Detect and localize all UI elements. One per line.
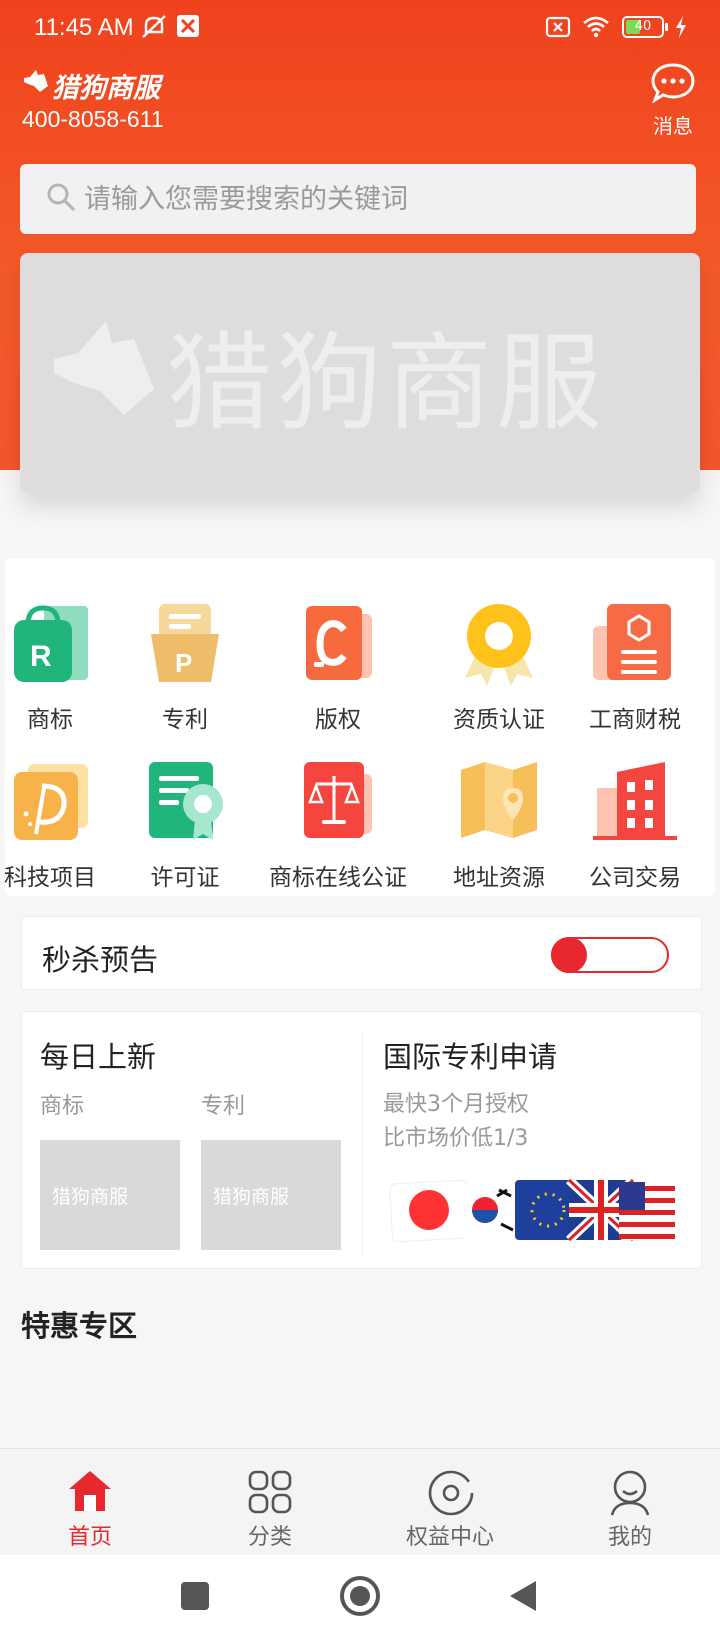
flash-sale-card[interactable]: 秒杀预告 [21,916,702,990]
hotline-number[interactable]: 400-8058-611 [22,106,164,133]
hound-watermark-icon [54,321,154,415]
system-navigation-bar [0,1555,720,1650]
svg-text:P: P [175,648,192,678]
tab-label: 分类 [247,1525,292,1550]
bottom-tab-bar: 首页 分类 权益中心 我的 [0,1448,720,1555]
tech-project-icon [14,764,88,840]
category-grid: R 商标 P 专利 版权 资质认证 工商财税 科技项目 许可证 商标在线公证 地… [4,558,715,896]
country-flags-icon [389,1176,675,1244]
banner-watermark-text: 猎狗商服 [166,322,606,445]
category-address[interactable]: 地址资源 [429,758,569,892]
message-label: 消息 [653,114,693,138]
tab-label: 权益中心 [405,1525,494,1550]
tab-profile[interactable]: 我的 [540,1449,720,1556]
status-time: 11:45 AM [34,14,134,41]
status-bar: 11:45 AM 40 [0,0,720,56]
daily-new-thumbnail[interactable]: 猎狗商服 [201,1140,341,1250]
battery-icon: 40 [622,16,668,38]
back-button-icon[interactable] [508,1579,538,1613]
hound-logo-icon [24,70,48,92]
search-bar[interactable] [20,164,696,234]
profile-icon [610,1470,650,1516]
category-label: 资质认证 [453,707,545,733]
thumbnail-watermark: 猎狗商服 [52,1186,129,1208]
wifi-icon [583,16,609,38]
category-label: 版权 [315,707,361,733]
tab-home[interactable]: 首页 [0,1449,180,1556]
flash-sale-toggle[interactable] [551,937,669,973]
daily-new-thumbnail[interactable]: 猎狗商服 [40,1140,180,1250]
intl-patent-line2: 比市场价低1/3 [383,1126,529,1151]
daily-new-item-label: 专利 [201,1094,246,1119]
home-icon [69,1471,111,1511]
category-company-trade[interactable]: 公司交易 [565,758,705,892]
category-icon [248,1470,292,1514]
map-location-icon [461,762,537,838]
trademark-bag-icon: R [14,605,88,682]
tab-label: 我的 [607,1525,652,1550]
chat-bubble-icon [651,63,695,104]
intl-patent-section[interactable]: 国际专利申请 最快3个月授权 比市场价低1/3 [363,1012,703,1270]
notary-scale-icon [304,762,372,838]
category-label: 专利 [162,707,208,733]
category-business-tax[interactable]: 工商财税 [565,600,705,734]
category-certification[interactable]: 资质认证 [429,600,569,734]
message-button[interactable]: 消息 [650,62,696,139]
category-label: 工商财税 [589,707,681,733]
daily-new-title[interactable]: 每日上新 [40,1034,156,1076]
license-icon [149,762,223,840]
special-zone-title: 特惠专区 [21,1309,138,1343]
promo-banner[interactable]: 猎狗商服 [20,253,700,493]
brand-name: 猎狗商服 [52,73,160,103]
tab-benefits[interactable]: 权益中心 [360,1449,540,1556]
category-label: 地址资源 [453,865,545,891]
search-icon [47,183,75,211]
building-icon [593,762,677,840]
daily-new-card: 每日上新 商标 专利 猎狗商服 猎狗商服 国际专利申请 最快3个月授权 比市场价… [21,1011,702,1269]
svg-text:R: R [30,640,52,673]
recents-button[interactable] [181,1582,209,1610]
search-input[interactable] [84,164,674,234]
toggle-knob [551,937,587,973]
intl-patent-title: 国际专利申请 [383,1040,558,1074]
category-label: 科技项目 [4,865,96,891]
tab-category[interactable]: 分类 [180,1449,360,1556]
category-patent[interactable]: P 专利 [115,600,255,734]
charging-icon [676,16,686,38]
thumbnail-watermark: 猎狗商服 [213,1186,290,1208]
category-license[interactable]: 许可证 [115,758,255,892]
category-label: 许可证 [150,865,220,891]
category-label: 公司交易 [589,865,681,891]
category-notary[interactable]: 商标在线公证 [268,758,408,892]
category-label: 商标在线公证 [269,865,407,891]
flash-sale-title: 秒杀预告 [42,943,159,977]
certification-medal-icon [465,604,533,686]
tab-label: 首页 [67,1525,112,1550]
copyright-icon [306,606,372,680]
notification-icon [177,15,199,37]
category-copyright[interactable]: 版权 [268,600,408,734]
category-label: 商标 [27,707,73,733]
tax-document-icon [593,604,671,680]
no-sim-icon [545,16,571,38]
category-trademark[interactable]: R 商标 [0,600,120,734]
patent-box-icon: P [151,604,219,682]
category-tech-project[interactable]: 科技项目 [0,758,120,892]
benefits-icon [428,1470,474,1516]
intl-patent-line1: 最快3个月授权 [383,1092,529,1117]
mute-icon [142,15,166,38]
home-system-button[interactable] [340,1576,380,1616]
daily-new-item-label: 商标 [40,1094,85,1119]
battery-level: 40 [634,19,652,34]
